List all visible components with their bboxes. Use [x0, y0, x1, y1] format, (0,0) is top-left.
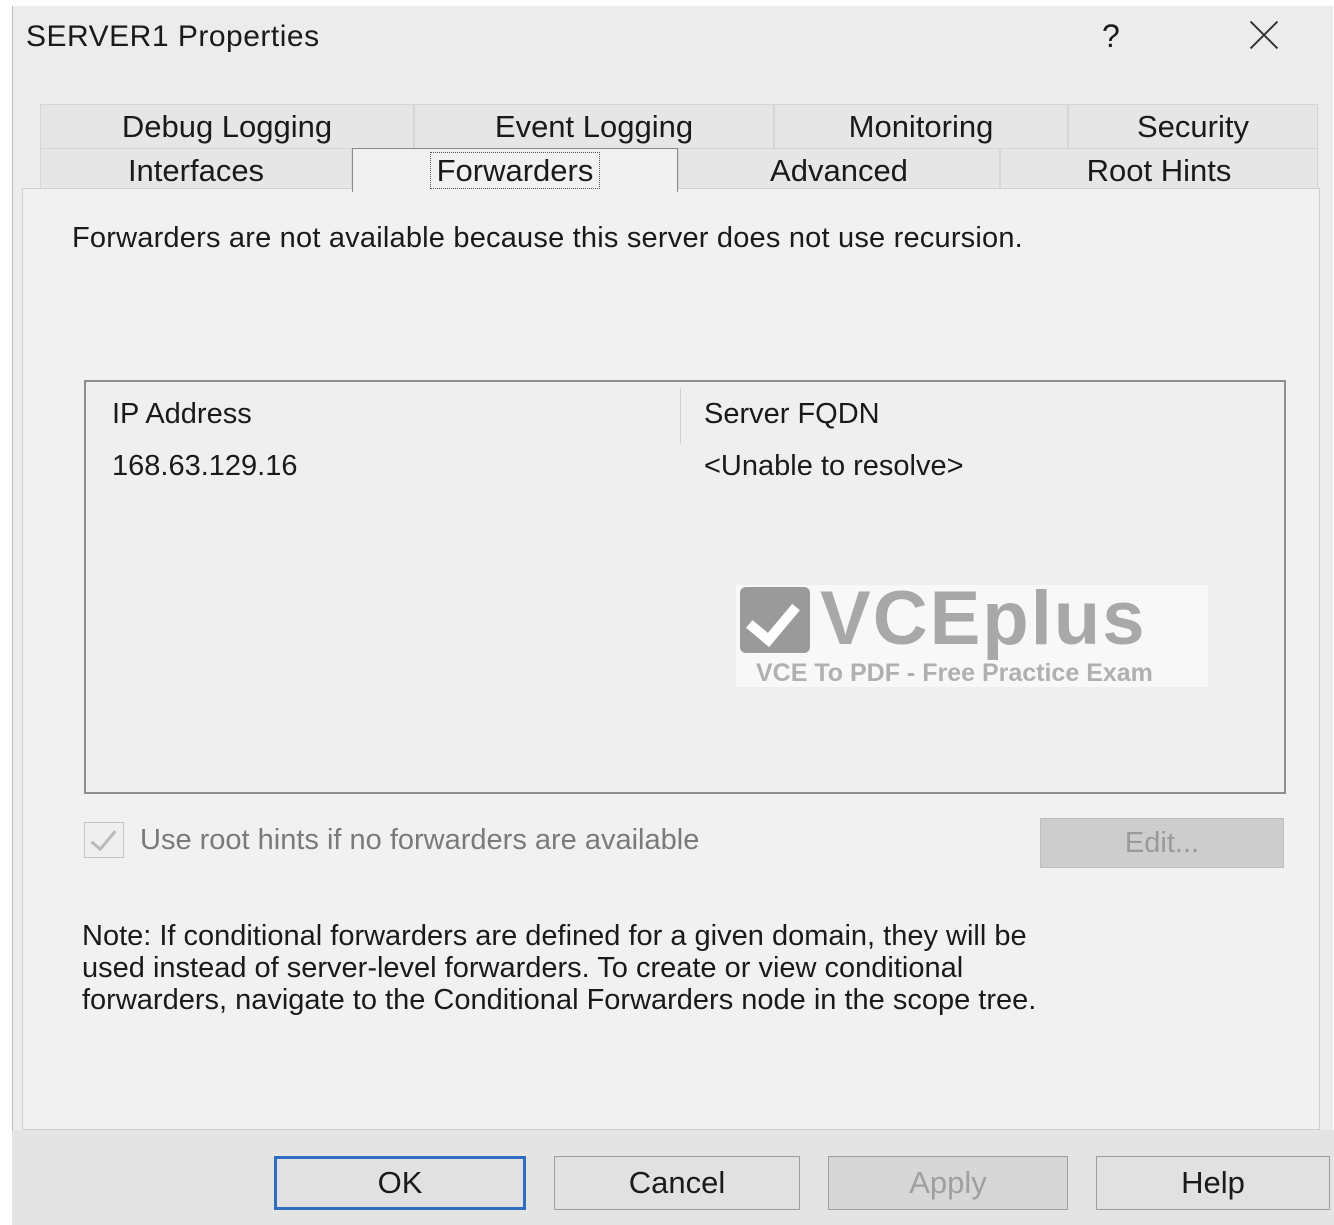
- tab-row-top: Debug Logging Event Logging Monitoring S…: [40, 104, 1318, 148]
- tab-root-hints[interactable]: Root Hints: [1000, 148, 1318, 192]
- forwarder-fqdn-cell[interactable]: <Unable to resolve>: [704, 450, 964, 483]
- ok-button[interactable]: OK: [274, 1156, 526, 1210]
- watermark: VCEplus VCE To PDF - Free Practice Exam: [736, 576, 1208, 687]
- help-button[interactable]: Help: [1096, 1156, 1330, 1210]
- dialog-title: SERVER1 Properties: [26, 20, 320, 53]
- tab-event-logging[interactable]: Event Logging: [414, 104, 774, 148]
- tab-security[interactable]: Security: [1068, 104, 1318, 148]
- use-root-hints-label: Use root hints if no forwarders are avai…: [140, 824, 700, 856]
- tab-monitoring[interactable]: Monitoring: [774, 104, 1068, 148]
- apply-button[interactable]: Apply: [828, 1156, 1068, 1210]
- use-root-hints-checkbox[interactable]: [84, 822, 124, 858]
- column-header-ip-address[interactable]: IP Address: [112, 398, 252, 431]
- watermark-subtitle: VCE To PDF - Free Practice Exam: [756, 659, 1153, 687]
- forwarder-ip-cell[interactable]: 168.63.129.16: [112, 450, 297, 483]
- help-icon[interactable]: ?: [1102, 18, 1120, 55]
- watermark-brand: VCEplus: [820, 576, 1147, 661]
- edit-button[interactable]: Edit...: [1040, 818, 1284, 868]
- note-line: used instead of server-level forwarders.…: [82, 952, 964, 984]
- watermark-check-icon: [740, 587, 810, 653]
- tab-advanced[interactable]: Advanced: [678, 148, 1000, 192]
- note-line: forwarders, navigate to the Conditional …: [82, 984, 1037, 1016]
- tab-forwarders[interactable]: Forwarders: [352, 148, 678, 192]
- cancel-button[interactable]: Cancel: [554, 1156, 800, 1210]
- conditional-forwarders-note: Note: If conditional forwarders are defi…: [82, 920, 1282, 1016]
- recursion-message: Forwarders are not available because thi…: [72, 222, 1023, 254]
- column-separator[interactable]: [680, 388, 681, 444]
- tab-debug-logging[interactable]: Debug Logging: [40, 104, 414, 148]
- tab-forwarders-label: Forwarders: [429, 152, 601, 189]
- note-line: Note: If conditional forwarders are defi…: [82, 920, 1027, 952]
- tab-row-bottom: Interfaces Forwarders Advanced Root Hint…: [40, 148, 1318, 192]
- close-icon[interactable]: [1244, 14, 1284, 54]
- column-header-server-fqdn[interactable]: Server FQDN: [704, 398, 880, 431]
- tab-interfaces[interactable]: Interfaces: [40, 148, 352, 192]
